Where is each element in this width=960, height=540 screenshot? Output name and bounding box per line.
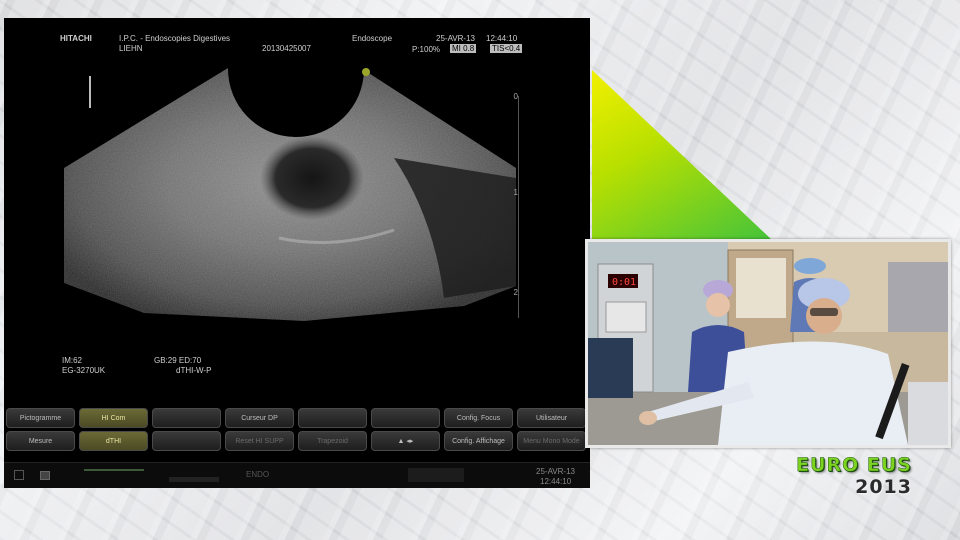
depth-tick-0: 0 — [513, 92, 518, 101]
softkey-button-0[interactable]: Pictogramme — [6, 408, 75, 428]
softkey-button-8[interactable]: Mesure — [6, 431, 75, 451]
level-meter — [84, 469, 144, 471]
im-value: IM:62 — [62, 356, 83, 365]
progress-slot — [169, 477, 219, 482]
depth-scale-line — [518, 96, 519, 318]
softkey-button-1[interactable]: HI Com — [79, 408, 148, 428]
softkey-button-12[interactable]: Trapezoid — [298, 431, 367, 451]
softkey-button-3[interactable]: Curseur DP — [225, 408, 294, 428]
depth-tick-1: 1 — [513, 188, 518, 197]
status-bar: ENDO 25-AVR-13 12:44:10 — [4, 462, 590, 488]
operating-room-video: 0:01 — [585, 239, 951, 448]
softkey-button-13[interactable]: ▲ ◂▸ — [371, 431, 440, 451]
euro-eus-logo: EURO EUS 2013 — [796, 454, 912, 498]
depth-tick-2: 2 — [513, 288, 518, 297]
softkey-button-4[interactable] — [298, 408, 367, 428]
softkey-button-11[interactable]: Reset HI SUPP — [225, 431, 294, 451]
softkey-button-2[interactable] — [152, 408, 221, 428]
probe-icon — [14, 470, 24, 480]
ultrasound-monitor: HITACHI I.P.C. - Endoscopies Digestives … — [4, 18, 590, 488]
probe-model: EG-3270UK — [62, 366, 106, 375]
status-date: 25-AVR-13 — [536, 467, 575, 476]
softkey-button-14[interactable]: Config. Affichage — [444, 431, 513, 451]
ultrasound-scan-image — [64, 68, 516, 321]
softkey-button-10[interactable] — [152, 431, 221, 451]
logo-line-2: 2013 — [855, 476, 912, 498]
softkey-button-15[interactable]: Menu Mono Mode — [517, 431, 586, 451]
softkey-panel: Pictogramme HI Com Curseur DP Config. Focus… — [6, 408, 586, 451]
softkey-button-9[interactable]: dTHI — [79, 431, 148, 451]
status-mode: ENDO — [246, 470, 270, 479]
softkey-button-5[interactable] — [371, 408, 440, 428]
status-time: 12:44:10 — [540, 477, 572, 486]
softkey-button-7[interactable]: Utilisateur — [517, 408, 586, 428]
record-icon — [40, 471, 50, 480]
imaging-mode: dTHI-W-P — [176, 366, 212, 375]
status-display-slot — [408, 468, 464, 482]
operating-room-video-image: 0:01 — [588, 242, 948, 445]
gain-depth-value: GB:29 ED:70 — [154, 356, 202, 365]
logo-line-1: EURO EUS — [796, 454, 912, 476]
monitor-readout: 0:01 — [612, 277, 636, 288]
softkey-button-6[interactable]: Config. Focus — [444, 408, 513, 428]
